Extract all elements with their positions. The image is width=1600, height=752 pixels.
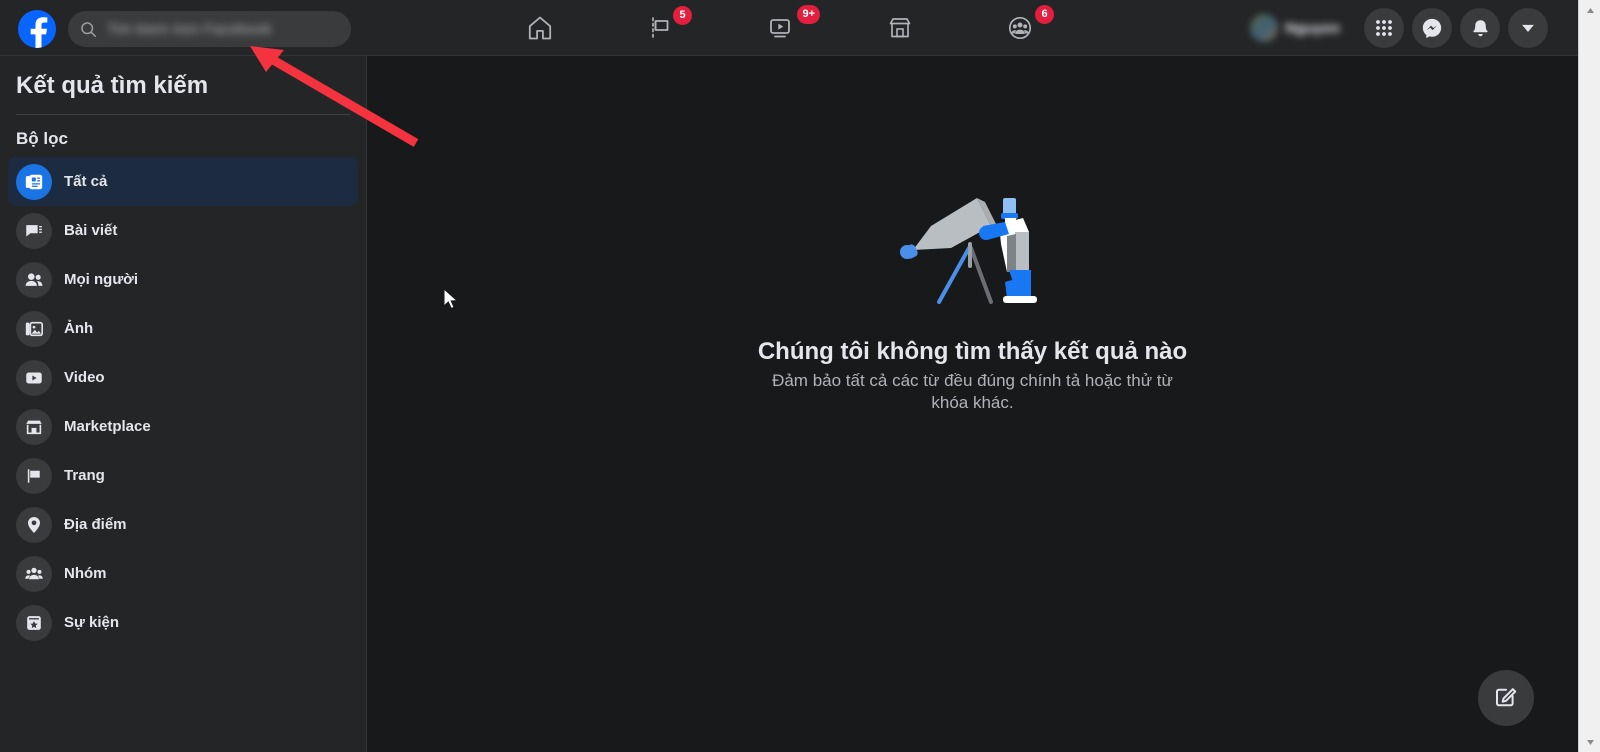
- page-title: Kết quả tìm kiếm: [16, 72, 209, 99]
- sidebar-item-people[interactable]: Mọi người: [8, 255, 358, 304]
- sidebar-item-groups[interactable]: Nhóm: [8, 549, 358, 598]
- nav-watch[interactable]: 9+: [738, 4, 822, 52]
- nav-watch-badge: 9+: [797, 5, 820, 24]
- event-icon: [16, 604, 52, 641]
- scrollbar-thumb[interactable]: [1581, 20, 1599, 720]
- sidebar-item-label: Bài viết: [64, 222, 118, 239]
- telescope-illustration: [873, 186, 1073, 316]
- account-menu-button[interactable]: [1508, 8, 1548, 48]
- store-icon: [16, 408, 52, 445]
- flag-icon: [646, 14, 674, 42]
- empty-state: Chúng tôi không tìm thấy kết quả nào Đảm…: [367, 186, 1578, 414]
- compose-icon: [1493, 683, 1519, 714]
- sidebar-item-label: Nhóm: [64, 565, 107, 582]
- sidebar-item-pages[interactable]: Trang: [8, 451, 358, 500]
- search-input[interactable]: Tim kiem tren Facebook: [68, 11, 351, 47]
- scrollbar-up-arrow[interactable]: [1579, 0, 1600, 20]
- home-icon: [526, 14, 554, 42]
- nav-groups-badge: 6: [1035, 5, 1054, 24]
- photo-icon: [16, 310, 52, 347]
- flag-icon: [16, 457, 52, 494]
- top-right-actions: Nguyen: [1246, 0, 1548, 56]
- video-icon: [16, 359, 52, 396]
- profile-name: Nguyen: [1284, 19, 1340, 37]
- video-icon: [766, 14, 794, 42]
- search-results-main: Chúng tôi không tìm thấy kết quả nào Đảm…: [367, 56, 1578, 752]
- groups-icon: [1006, 14, 1034, 42]
- avatar: [1249, 14, 1278, 42]
- nav-home[interactable]: [498, 4, 582, 52]
- empty-state-title: Chúng tôi không tìm thấy kết quả nào: [757, 338, 1188, 365]
- messenger-button[interactable]: [1412, 8, 1452, 48]
- filter-list: Tất cả Bài viết Mọi người Ảnh Video Mark…: [0, 157, 366, 647]
- sidebar-item-events[interactable]: Sự kiện: [8, 598, 358, 647]
- sidebar-item-label: Tất cả: [64, 173, 108, 190]
- groups-icon: [16, 555, 52, 592]
- filters-heading: Bộ lọc: [16, 129, 68, 148]
- sidebar-item-label: Trang: [64, 467, 105, 484]
- nav-marketplace[interactable]: [858, 4, 942, 52]
- sidebar-item-label: Ảnh: [64, 320, 94, 337]
- menu-grid-button[interactable]: [1364, 8, 1404, 48]
- grid-icon: [1374, 18, 1394, 38]
- chevron-down-icon: [1519, 19, 1537, 37]
- search-query-text: Tim kiem tren Facebook: [107, 20, 272, 38]
- browser-scrollbar[interactable]: [1578, 0, 1600, 752]
- facebook-search-page: Tim kiem tren Facebook 5 9+ 6 Nguyen Kết…: [0, 0, 1600, 752]
- posts-icon: [16, 212, 52, 249]
- profile-chip[interactable]: Nguyen: [1246, 10, 1350, 46]
- scrollbar-down-arrow[interactable]: [1579, 732, 1600, 752]
- nav-pages-badge: 5: [673, 6, 692, 25]
- sidebar-item-marketplace[interactable]: Marketplace: [8, 402, 358, 451]
- sidebar-item-photos[interactable]: Ảnh: [8, 304, 358, 353]
- nav-groups[interactable]: 6: [978, 4, 1062, 52]
- facebook-logo[interactable]: [18, 10, 56, 48]
- search-filters-sidebar: Kết quả tìm kiếm Bộ lọc Tất cả Bài viết …: [0, 56, 367, 752]
- sidebar-item-label: Marketplace: [64, 418, 151, 435]
- sidebar-item-label: Sự kiện: [64, 614, 120, 631]
- sidebar-item-videos[interactable]: Video: [8, 353, 358, 402]
- location-pin-icon: [16, 506, 52, 543]
- messenger-icon: [1421, 17, 1443, 39]
- search-icon: [80, 21, 97, 38]
- bell-icon: [1470, 18, 1491, 39]
- notifications-button[interactable]: [1460, 8, 1500, 48]
- sidebar-item-label: Địa điểm: [64, 516, 127, 533]
- sidebar-item-label: Video: [64, 369, 105, 386]
- empty-state-subtitle: Đảm bảo tất cả các từ đều đúng chính tả …: [772, 371, 1173, 413]
- compose-button[interactable]: [1478, 670, 1534, 726]
- sidebar-item-places[interactable]: Địa điểm: [8, 500, 358, 549]
- sidebar-item-all[interactable]: Tất cả: [8, 157, 358, 206]
- top-navigation-bar: Tim kiem tren Facebook 5 9+ 6 Nguyen: [0, 0, 1578, 56]
- nav-pages[interactable]: 5: [618, 4, 702, 52]
- all-results-icon: [16, 163, 52, 200]
- store-icon: [886, 14, 914, 42]
- sidebar-item-label: Mọi người: [64, 271, 139, 288]
- main-nav: 5 9+ 6: [480, 0, 1080, 56]
- people-icon: [16, 261, 52, 298]
- sidebar-item-posts[interactable]: Bài viết: [8, 206, 358, 255]
